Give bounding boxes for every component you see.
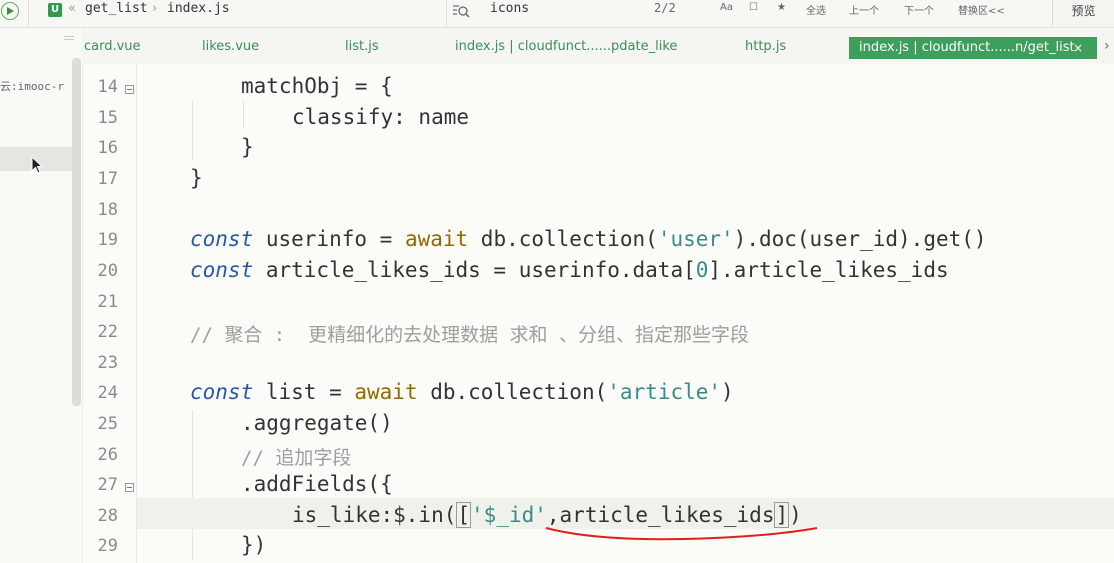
code-text: const article_likes_ids = userinfo.data[… bbox=[190, 258, 949, 282]
code-line[interactable]: 17 } bbox=[82, 161, 1114, 192]
code-text: .aggregate() bbox=[241, 411, 393, 435]
whole-word-icon[interactable]: ☐ bbox=[749, 2, 758, 13]
code-line[interactable]: 23 bbox=[82, 345, 1114, 376]
code-line[interactable]: 14 matchObj = { bbox=[82, 69, 1114, 100]
line-number: 17 bbox=[97, 169, 118, 189]
panel-scrollbar[interactable] bbox=[72, 58, 81, 406]
red-underline-annotation bbox=[545, 527, 818, 541]
code-text: classify: name bbox=[292, 105, 470, 129]
search-icon[interactable] bbox=[452, 3, 470, 19]
replace-toggle-button[interactable]: 替换区<< bbox=[958, 2, 1005, 17]
bracket-match: [ bbox=[456, 502, 472, 528]
code-text: .addFields({ bbox=[241, 472, 393, 496]
breadcrumb-project[interactable]: get_list bbox=[85, 1, 148, 16]
fold-toggle-icon[interactable] bbox=[125, 483, 134, 492]
line-number: 24 bbox=[97, 383, 118, 403]
tab-likes-vue[interactable]: likes.vue bbox=[202, 39, 259, 54]
line-number: 19 bbox=[97, 230, 118, 250]
breadcrumb-back-icon[interactable]: « bbox=[68, 1, 76, 16]
code-line[interactable]: 15 classify: name bbox=[82, 100, 1114, 131]
code-line[interactable]: 16 } bbox=[82, 130, 1114, 161]
breadcrumb-separator-icon: › bbox=[152, 1, 158, 16]
fold-toggle-icon[interactable] bbox=[125, 85, 134, 94]
breadcrumb-file[interactable]: index.js bbox=[167, 1, 230, 16]
line-number: 16 bbox=[97, 138, 118, 158]
code-text: const list = await db.collection('articl… bbox=[190, 380, 734, 404]
tab-scroll-right-icon[interactable]: › bbox=[1104, 38, 1110, 54]
code-line[interactable]: 27 .addFields({ bbox=[82, 467, 1114, 498]
code-line[interactable]: 24 const list = await db.collection('art… bbox=[82, 375, 1114, 406]
toolbar-divider bbox=[28, 0, 29, 28]
code-comment: // 追加字段 bbox=[241, 447, 352, 469]
next-match-button[interactable]: 下一个 bbox=[904, 2, 934, 17]
toolbar-divider bbox=[446, 0, 447, 28]
line-number: 22 bbox=[97, 322, 118, 342]
tab-card-vue[interactable]: card.vue bbox=[84, 39, 141, 54]
line-number: 29 bbox=[97, 536, 118, 556]
line-number: 18 bbox=[97, 200, 118, 220]
line-number: 21 bbox=[97, 292, 118, 312]
match-case-icon[interactable]: Aa bbox=[720, 2, 733, 13]
prev-match-button[interactable]: 上一个 bbox=[849, 2, 879, 17]
code-line[interactable]: 19 const userinfo = await db.collection(… bbox=[82, 222, 1114, 253]
match-count: 2/2 bbox=[654, 1, 676, 15]
code-line[interactable]: 25 .aggregate() bbox=[82, 406, 1114, 437]
search-input[interactable]: icons bbox=[490, 1, 529, 16]
project-icon: U bbox=[48, 3, 62, 17]
line-number: 26 bbox=[97, 445, 118, 465]
run-icon[interactable] bbox=[1, 2, 19, 20]
line-number: 27 bbox=[97, 475, 118, 495]
code-line[interactable]: 22 // 聚合 : 更精细化的去处理数据 求和 、分组、指定那些字段 bbox=[82, 314, 1114, 346]
code-text: } bbox=[241, 135, 254, 159]
code-text: } bbox=[190, 166, 203, 190]
preview-button[interactable]: 预览 bbox=[1052, 0, 1114, 26]
line-number: 15 bbox=[97, 108, 118, 128]
active-tab-label: index.js | cloudfunct......n/get_list bbox=[859, 40, 1075, 55]
project-panel: 云:imooc-r bbox=[0, 28, 82, 563]
line-number: 28 bbox=[97, 506, 118, 526]
tree-item-cloud-env[interactable]: 云:imooc-r bbox=[0, 78, 72, 94]
close-icon[interactable]: × bbox=[1073, 37, 1083, 59]
tab-list-js[interactable]: list.js bbox=[345, 39, 379, 54]
tab-http-js[interactable]: http.js bbox=[745, 39, 786, 54]
code-line[interactable]: 21 bbox=[82, 284, 1114, 315]
code-line[interactable]: 18 bbox=[82, 192, 1114, 223]
code-line[interactable]: 26 // 追加字段 bbox=[82, 437, 1114, 469]
top-toolbar: U « get_list › index.js icons 2/2 Aa ☐ ★… bbox=[0, 0, 1114, 28]
regex-icon[interactable]: ★ bbox=[777, 2, 786, 13]
code-text: }) bbox=[241, 533, 267, 557]
line-number: 25 bbox=[97, 414, 118, 434]
code-text: const userinfo = await db.collection('us… bbox=[190, 227, 987, 251]
line-number: 20 bbox=[97, 261, 118, 281]
line-number: 23 bbox=[97, 353, 118, 373]
code-comment: // 聚合 : 更精细化的去处理数据 求和 、分组、指定那些字段 bbox=[190, 324, 749, 346]
mouse-cursor-icon bbox=[31, 156, 44, 174]
tab-get-list-active[interactable]: index.js | cloudfunct......n/get_list × bbox=[849, 37, 1097, 59]
line-number: 14 bbox=[97, 77, 118, 97]
select-all-button[interactable]: 全选 bbox=[806, 2, 826, 17]
panel-handle-icon[interactable] bbox=[64, 36, 74, 37]
tab-update-like[interactable]: index.js | cloudfunct......pdate_like bbox=[455, 39, 677, 54]
code-line[interactable]: 20 const article_likes_ids = userinfo.da… bbox=[82, 253, 1114, 284]
code-text: matchObj = { bbox=[241, 74, 393, 98]
